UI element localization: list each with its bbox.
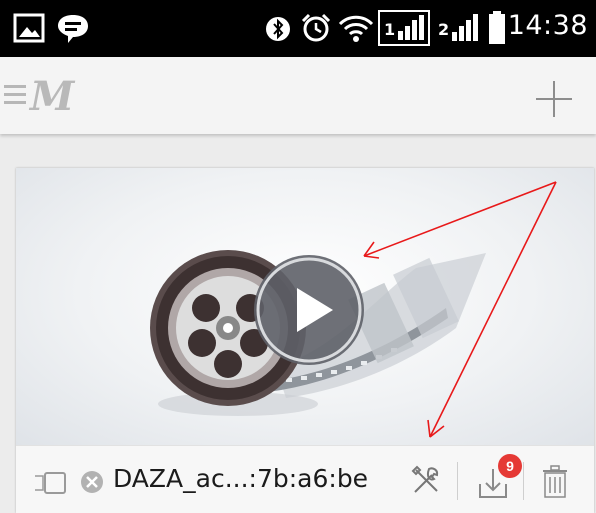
app-logo[interactable]: M bbox=[30, 73, 74, 120]
card-footer: DAZA_ac...:7b:a6:be 9 bbox=[16, 445, 594, 513]
device-file-name: DAZA_ac...:7b:a6:be bbox=[113, 464, 369, 493]
notification-badge: 9 bbox=[498, 454, 522, 478]
signal-1-icon: 1 bbox=[378, 10, 430, 46]
status-bar: 1 2 14:38 bbox=[0, 0, 596, 57]
bluetooth-icon bbox=[266, 17, 290, 41]
tools-icon[interactable] bbox=[410, 465, 442, 497]
gallery-icon bbox=[13, 13, 45, 43]
alarm-icon bbox=[301, 13, 331, 42]
chat-icon bbox=[58, 15, 88, 43]
menu-icon[interactable] bbox=[4, 82, 26, 106]
play-icon[interactable] bbox=[251, 252, 367, 368]
wifi-icon bbox=[338, 15, 374, 42]
battery-icon bbox=[489, 11, 505, 44]
app-toolbar: M bbox=[0, 57, 596, 134]
add-icon[interactable] bbox=[534, 79, 574, 119]
trash-icon[interactable] bbox=[541, 465, 569, 499]
signal-2-icon: 2 bbox=[436, 10, 484, 46]
sim1-label: 1 bbox=[384, 20, 396, 39]
sim2-label: 2 bbox=[438, 20, 450, 39]
cast-icon[interactable] bbox=[33, 470, 73, 496]
status-time: 14:38 bbox=[507, 10, 588, 41]
video-thumbnail[interactable] bbox=[16, 168, 594, 445]
divider bbox=[523, 462, 524, 500]
cancel-icon[interactable] bbox=[80, 470, 104, 494]
divider bbox=[457, 462, 458, 500]
device-card: DAZA_ac...:7b:a6:be 9 bbox=[16, 168, 594, 513]
